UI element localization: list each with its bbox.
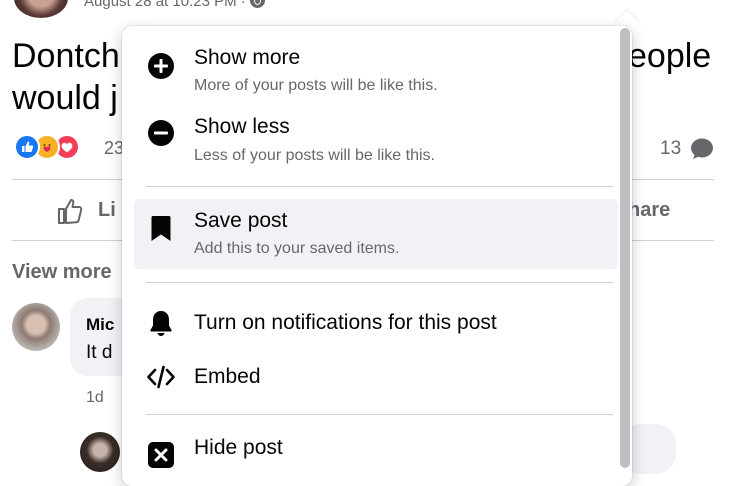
menu-item-hide-post[interactable]: Hide post (134, 424, 618, 468)
commenter-avatar[interactable] (12, 303, 60, 351)
menu-item-title: Show less (194, 115, 290, 138)
close-box-icon (148, 442, 174, 468)
menu-item-show-more[interactable]: Show more More of your posts will be lik… (134, 34, 618, 104)
comment-bubble-icon (691, 138, 713, 159)
post-text-line1-end: eople (628, 37, 712, 75)
view-more-comments-link[interactable]: View more (12, 261, 112, 284)
menu-item-show-less[interactable]: Show less Less of your posts will be lik… (134, 104, 618, 174)
menu-item-title: Turn on notifications for this post (194, 311, 497, 334)
minus-circle-icon (148, 120, 174, 146)
commenter-name[interactable]: Mic (86, 315, 114, 335)
menu-item-embed[interactable]: Embed (134, 350, 618, 402)
menu-item-title: Save post (194, 209, 288, 232)
code-icon (147, 365, 175, 389)
post-text-line2: would j (12, 79, 118, 117)
poster-avatar[interactable] (14, 0, 68, 18)
like-reaction-icon (14, 134, 40, 160)
share-button[interactable]: hare (628, 199, 670, 222)
post-text-line1: Dontch (12, 37, 120, 75)
menu-scrollbar[interactable] (620, 28, 630, 468)
post-timestamp[interactable]: August 28 at 10:23 PM · (84, 0, 265, 10)
globe-icon (249, 0, 265, 8)
menu-item-title: Embed (194, 365, 261, 388)
like-icon[interactable] (56, 196, 86, 226)
bookmark-icon (151, 216, 171, 241)
plus-circle-icon (148, 53, 174, 79)
menu-item-title: Show more (194, 46, 301, 69)
like-button[interactable]: Li (98, 199, 116, 222)
menu-item-title: Hide post (194, 436, 283, 459)
post-timestamp-text[interactable]: August 28 at 10:23 PM · (84, 0, 246, 10)
menu-divider (146, 414, 613, 415)
menu-item-notifications[interactable]: Turn on notifications for this post (134, 298, 618, 348)
comment-text: It d (86, 342, 113, 363)
comment-count[interactable]: 13 (660, 138, 681, 160)
bell-icon (150, 311, 172, 336)
menu-item-subtitle: More of your posts will be like this. (194, 77, 438, 94)
menu-item-save-post[interactable]: Save post Add this to your saved items. (134, 199, 618, 269)
menu-divider (146, 282, 613, 283)
reply-avatar[interactable] (80, 432, 120, 472)
menu-item-subtitle: Less of your posts will be like this. (194, 147, 435, 164)
menu-item-subtitle: Add this to your saved items. (194, 240, 400, 257)
menu-divider (146, 186, 613, 187)
comment-time[interactable]: 1d (86, 389, 104, 407)
